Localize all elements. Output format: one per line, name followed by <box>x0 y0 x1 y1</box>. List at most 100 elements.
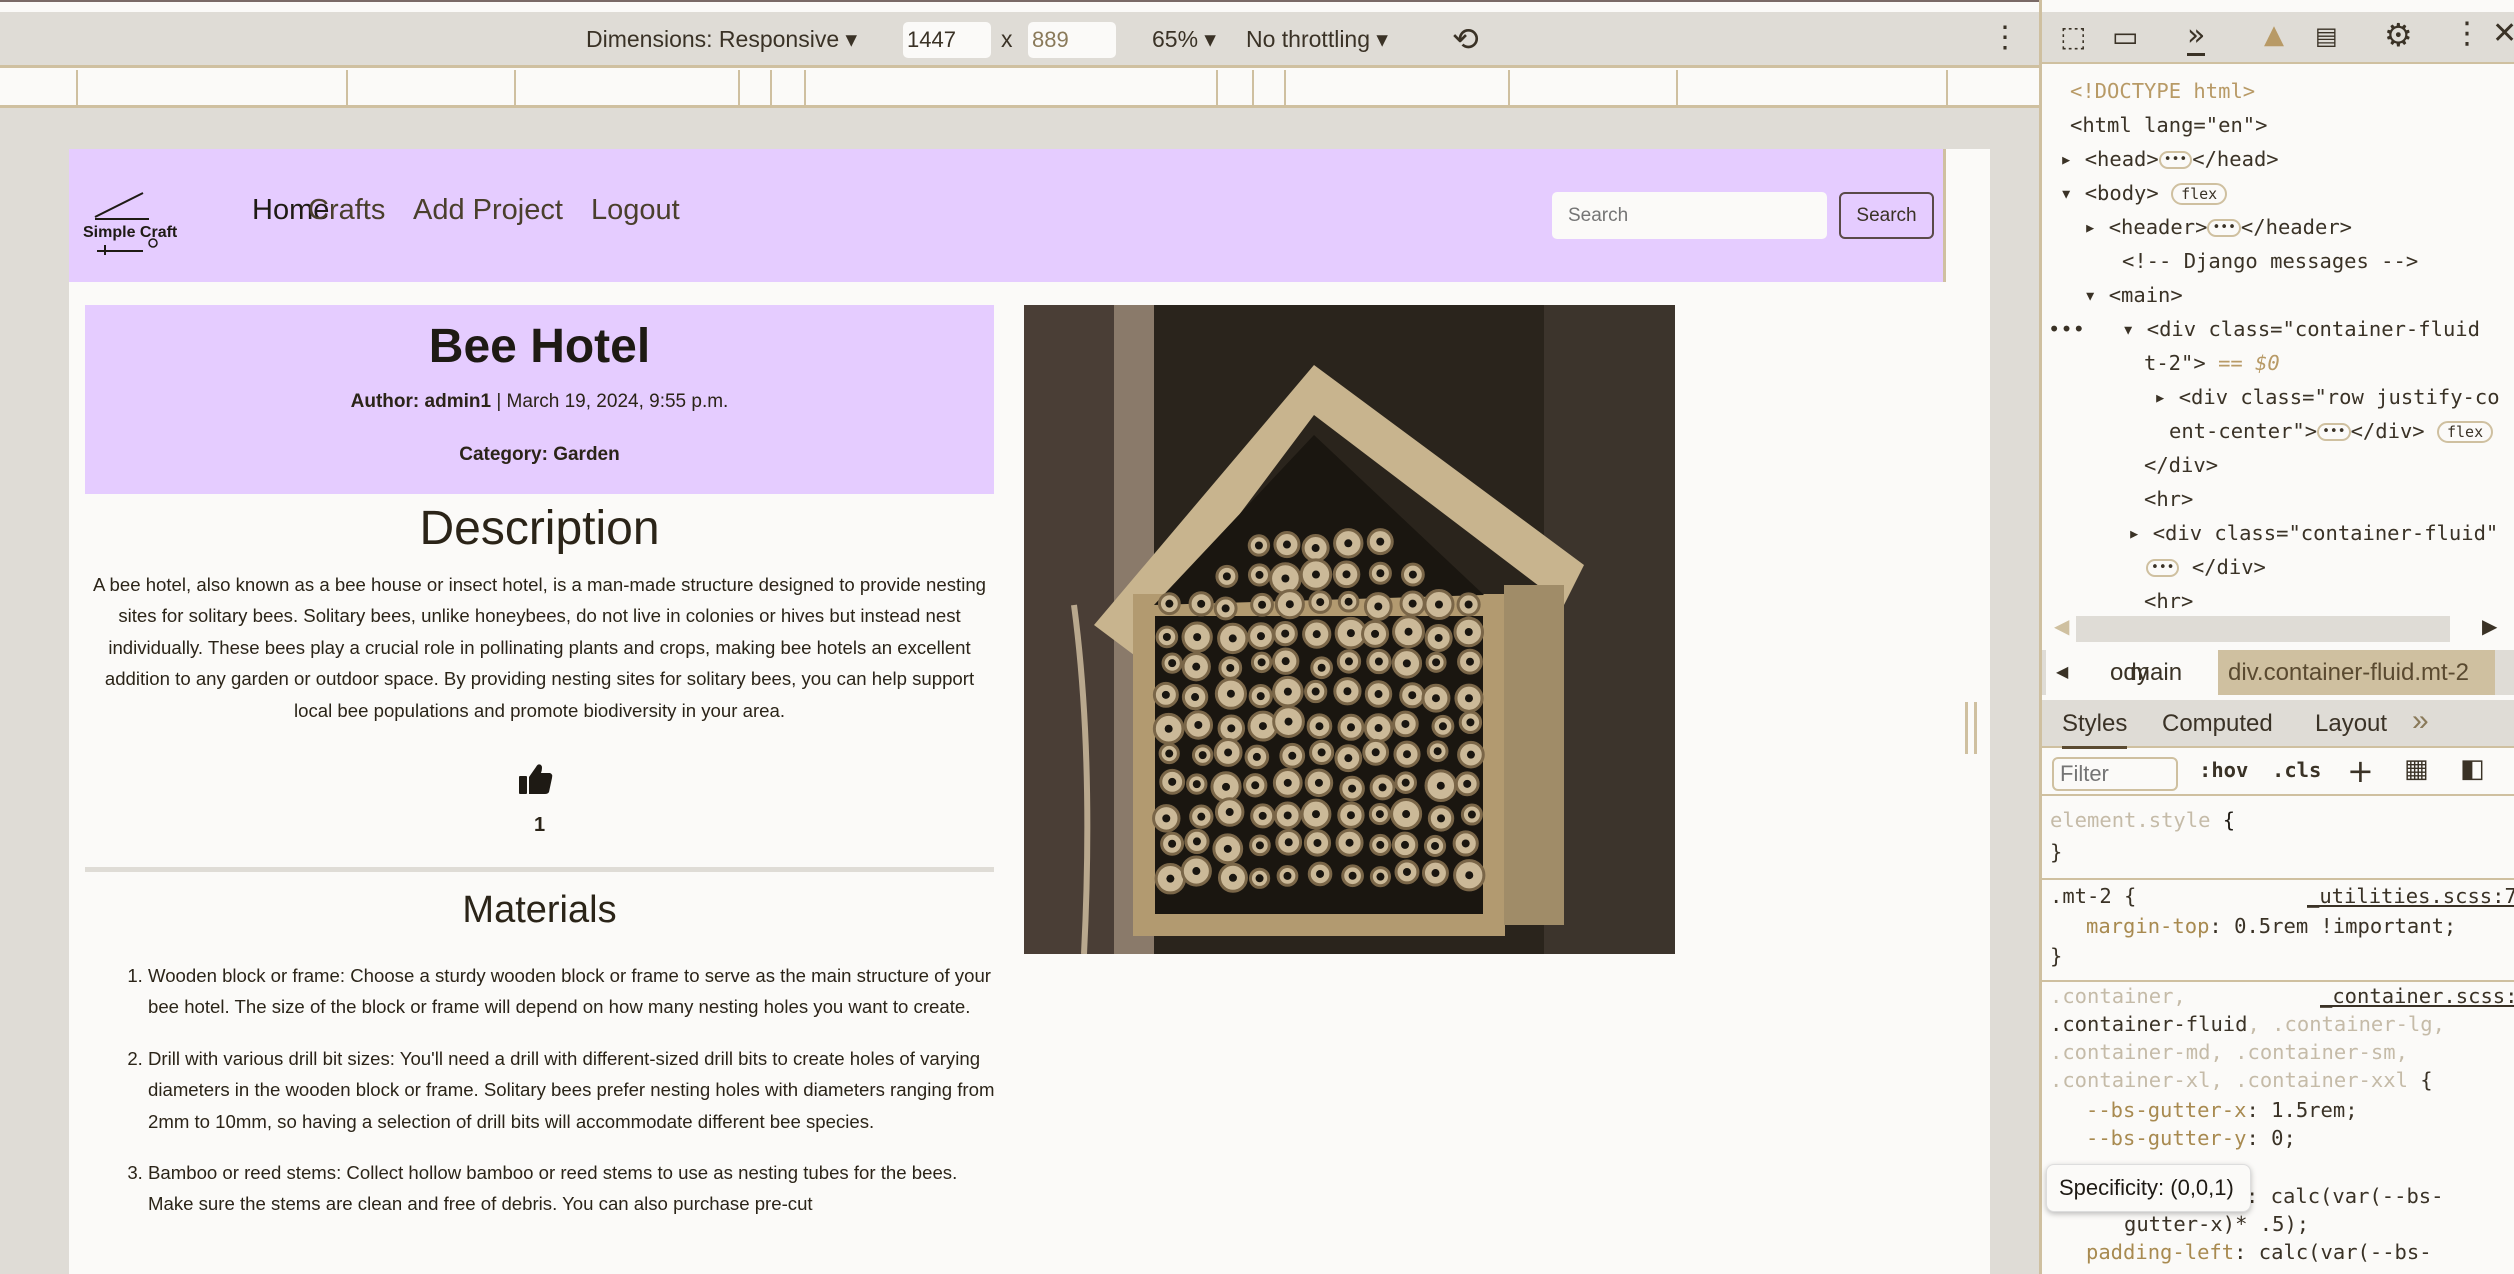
nesting-hole-center <box>1342 570 1351 579</box>
add-rule-icon[interactable]: + <box>2347 752 2374 790</box>
scrollbar-thumb[interactable] <box>2076 616 2450 642</box>
container-selector[interactable]: .container, <box>2050 984 2186 1008</box>
nesting-hole-center <box>1283 871 1292 880</box>
tab-computed[interactable]: Computed <box>2162 710 2273 738</box>
node-actions[interactable]: ••• <box>2048 317 2085 341</box>
more-tabs-icon[interactable]: » <box>2412 704 2429 738</box>
ellipsis-badge[interactable]: ••• <box>2317 423 2351 441</box>
nav-add-project[interactable]: Add Project <box>413 194 563 227</box>
dom-div-close[interactable]: </div> <box>2144 448 2218 482</box>
padding-left-declaration[interactable]: padding-left: calc(var(--bs- <box>2086 1240 2432 1264</box>
dom-html[interactable]: <html lang="en"> <box>2070 108 2267 142</box>
nesting-hole-center <box>1257 658 1266 667</box>
close-icon[interactable]: ✕ <box>2492 16 2514 51</box>
container-selector[interactable]: .container-md, .container-sm, <box>2050 1040 2408 1064</box>
dom-comment[interactable]: <!-- Django messages --> <box>2122 244 2418 278</box>
nesting-hole-center <box>1464 600 1473 609</box>
dom-hr[interactable]: <hr> <box>2144 584 2193 614</box>
ellipsis-badge[interactable]: ••• <box>2207 219 2241 237</box>
container-source-link[interactable]: _container.scss:4 <box>2320 984 2514 1008</box>
settings-gear-icon[interactable]: ⚙ <box>2384 16 2413 54</box>
dom-body[interactable]: ▾ <body> flex <box>2060 176 2228 210</box>
device-toggle-icon[interactable]: ▭ <box>2112 20 2138 53</box>
messages-icon[interactable]: ▤ <box>2315 22 2338 50</box>
brace: } <box>2050 944 2063 968</box>
list-item: Drill with various drill bit sizes: You'… <box>148 1043 999 1137</box>
cls-toggle[interactable]: .cls <box>2272 758 2321 782</box>
search-input[interactable] <box>1552 192 1827 239</box>
more-options-icon[interactable]: ⋮ <box>1990 20 2020 55</box>
scroll-left-icon[interactable]: ◀ <box>2054 614 2069 638</box>
selector: element.style <box>2050 808 2211 832</box>
breadcrumb-selected[interactable]: div.container-fluid.mt-2 <box>2218 650 2495 695</box>
nesting-hole-center <box>1376 537 1385 546</box>
svg-text:Simple Crafts: Simple Crafts <box>83 224 177 241</box>
dom-div2-cont[interactable]: ••• </div> <box>2146 550 2266 584</box>
dom-main[interactable]: ▾ <main> <box>2084 278 2183 312</box>
dom-doctype[interactable]: <!DOCTYPE html> <box>2070 74 2255 108</box>
dimensions-dropdown[interactable]: Dimensions: Responsive ▾ <box>586 26 857 53</box>
elements-horizontal-scrollbar[interactable]: ◀ ▶ <box>2042 614 2514 644</box>
tab-styles[interactable]: Styles <box>2062 710 2128 749</box>
dimensions-label: Dimensions: Responsive <box>586 26 840 52</box>
search-button[interactable]: Search <box>1839 192 1934 239</box>
dom-head[interactable]: ▸ <head> ••• </head> <box>2060 142 2279 176</box>
container-selector[interactable]: .container-xl, .container-xxl { <box>2050 1068 2433 1092</box>
padding-right-value[interactable]: : calc(var(--bs- <box>2246 1184 2443 1208</box>
element-style-selector[interactable]: element.style { <box>2050 808 2235 832</box>
gutter-y-declaration[interactable]: --bs-gutter-y: 0; <box>2086 1126 2296 1150</box>
flex-badge[interactable]: flex <box>2437 421 2494 443</box>
flex-badge[interactable]: flex <box>2171 183 2228 205</box>
filter-input[interactable] <box>2052 757 2178 791</box>
inspect-element-icon[interactable]: ⬚ <box>2060 20 2086 53</box>
rotate-icon[interactable]: ⟲ <box>1452 20 1479 58</box>
more-options-icon[interactable]: ⋮ <box>2452 16 2482 51</box>
nesting-hole-center <box>1191 693 1200 702</box>
more-tabs-icon[interactable]: » <box>2187 18 2206 56</box>
site-logo[interactable]: Simple Crafts <box>83 179 177 259</box>
mt2-source-link[interactable]: _utilities.scss:74 <box>2307 884 2514 908</box>
mt2-declaration[interactable]: margin-top: 0.5rem !important; <box>2086 914 2456 938</box>
ellipsis-badge[interactable]: ••• <box>2146 559 2180 577</box>
width-input[interactable]: 1447 <box>903 22 991 58</box>
nesting-hole-center <box>1198 751 1207 760</box>
dom-row-div[interactable]: ▸ <div class="row justify-co <box>2154 380 2500 414</box>
nav-logout[interactable]: Logout <box>591 194 680 227</box>
toggle-sidebar-icon[interactable]: ◧ <box>2460 754 2485 784</box>
nesting-hole-center <box>1465 657 1474 666</box>
hov-toggle[interactable]: :hov <box>2199 758 2248 782</box>
ellipsis-badge[interactable]: ••• <box>2158 151 2193 169</box>
dom-selected-div[interactable]: ••• ▾ <div class="container-fluid <box>2048 312 2480 346</box>
breadcrumb-body[interactable]: ody main <box>2090 650 2218 695</box>
throttling-dropdown[interactable]: No throttling ▾ <box>1246 26 1388 53</box>
height-input[interactable]: 889 <box>1028 22 1116 58</box>
nesting-hole-center <box>1466 718 1475 727</box>
nesting-hole-center <box>1192 662 1201 671</box>
dom-selected-div-cont[interactable]: t-2"> == $0 <box>2144 346 2280 380</box>
materials-heading: Materials <box>462 889 617 931</box>
scroll-right-icon[interactable]: ▶ <box>2482 614 2497 638</box>
selected-marker: == $0 <box>2218 351 2280 375</box>
dom-header[interactable]: ▸ <header> ••• </header> <box>2084 210 2352 244</box>
nesting-hole-center <box>1344 754 1353 763</box>
media-query-ruler[interactable] <box>0 70 2039 108</box>
mt2-selector[interactable]: .mt-2 { <box>2050 884 2136 908</box>
resize-handle[interactable] <box>1965 702 1977 754</box>
nesting-hole-center <box>1315 722 1324 731</box>
dom-hr[interactable]: <hr> <box>2144 482 2193 516</box>
nesting-hole-center <box>1282 540 1291 549</box>
paint-brush-icon[interactable]: ▦ <box>2404 754 2429 784</box>
breadcrumb-scroll-left-icon[interactable]: ◀ <box>2046 650 2090 695</box>
gutter-x-declaration[interactable]: --bs-gutter-x: 1.5rem; <box>2086 1098 2358 1122</box>
tab-layout[interactable]: Layout <box>2315 710 2387 738</box>
nav-crafts[interactable]: Crafts <box>308 194 385 227</box>
container-fluid-selector[interactable]: .container-fluid, .container-lg, <box>2050 1012 2445 1036</box>
rule-divider <box>2042 980 2514 982</box>
nesting-hole-center <box>1311 570 1320 579</box>
warning-icon[interactable]: ▲ <box>2264 20 2284 50</box>
zoom-dropdown[interactable]: 65% ▾ <box>1152 26 1216 53</box>
thumbs-up-icon[interactable] <box>519 763 553 795</box>
dom-row-div-cont[interactable]: ent-center"> ••• </div> flex <box>2169 414 2494 448</box>
description-heading: Description <box>419 502 660 555</box>
dom-div2[interactable]: ▸ <div class="container-fluid" <box>2128 516 2498 550</box>
